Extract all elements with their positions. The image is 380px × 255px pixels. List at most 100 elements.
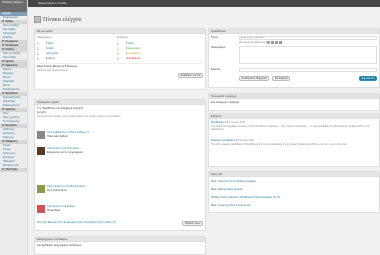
menu-item-label: Εισαγωγή: [3, 132, 15, 135]
menu-item-label: Προσθήκη: [3, 100, 16, 103]
menu-icon: [2, 40, 5, 43]
news-item: WordPress 3.2 4 Ιουλίου 2011: [211, 121, 246, 124]
media-icon[interactable]: [279, 41, 282, 45]
stat-row[interactable]: 0 Ανεπιθύμητα: [117, 56, 141, 61]
menu-item-label: Εγκατεστημένα: [3, 96, 21, 99]
menu-item-label: Μενού: [3, 76, 11, 79]
comment-intro[interactable]: Ο κ. WordPress στο Καλημέρα κόσμε! #: [37, 107, 83, 110]
menu-item-label: Επεξεργαστής: [3, 88, 20, 91]
menu-item[interactable]: Σύμπτυξη: [0, 168, 27, 172]
page-header: Πίνακα ελέγχου: [34, 15, 82, 24]
content-label: Περιεχόμενο: [211, 46, 226, 49]
content-textarea[interactable]: [239, 46, 377, 64]
comment-link[interactable]: Από επισκέπτη στο Μια ερώτηση...: [47, 185, 87, 188]
recent-drafts-text: Δεν υπάρχουν πρόχειρα: [211, 101, 239, 104]
menu-item-label: Θέματα: [3, 68, 12, 71]
comment-body: Ευχαριστώ για τις πληροφορίες: [47, 151, 84, 154]
menu-item-label: Ενημερώσεις: [3, 16, 19, 19]
menu-icon: [2, 20, 5, 23]
update-button[interactable]: Αναβάθμιση σε 3.2: [177, 73, 203, 78]
theme-line: Θέμα Twenty Eleven με 6 Μικροεφ.: [37, 65, 78, 68]
view-all-button[interactable]: Προβολή όλων: [182, 221, 203, 226]
menu-item-label: Εργαλεία: [5, 124, 17, 127]
publish-button[interactable]: Δημοσίευση: [359, 76, 377, 81]
menu-item-label: Το προφίλ σας: [3, 120, 20, 123]
menu-header[interactable]: Πίνακας ελέγχου: [0, 0, 27, 12]
other-news-link[interactable]: Matt: Overcome Over Sharing Updates: [211, 180, 256, 183]
menu-item-label: Χρήστες: [5, 108, 16, 111]
comment-link[interactable]: Από Αυθαίρετος στο Πώς αυξάνω τις...: [47, 131, 91, 134]
menu-icon: [2, 44, 5, 47]
menu-item-label: Σύμπτυξη: [5, 168, 18, 171]
menu-item-label: Ρυθμίσεις: [5, 140, 18, 143]
page-title: Πίνακα ελέγχου: [43, 16, 82, 23]
menu-item-label: Γραφή: [3, 148, 11, 151]
video-icon[interactable]: [271, 41, 274, 45]
other-news-link[interactable]: Matt: Making Ideas Happen: [211, 188, 243, 191]
comment-link[interactable]: Από Χρήστη στο Πώς κάνω...: [47, 147, 81, 150]
menu-item-label: Κεφαλίδα: [3, 80, 14, 83]
site-title[interactable]: Δίαμ ένσμα ό τσιτεΐς: [38, 1, 66, 5]
avatar: [37, 131, 45, 139]
menu-icon: [2, 48, 5, 51]
menu-item-label: Ανάγνωση: [3, 152, 16, 155]
news-headline[interactable]: WordPress 3.2: [211, 121, 228, 124]
menu-item-label: Εξαγωγή: [3, 136, 14, 139]
menu-item-label: Άρθρα: [5, 20, 14, 23]
menu-icon: [2, 140, 5, 143]
menu-item-label: Πρόσθετα: [5, 92, 18, 95]
stat-row[interactable]: 0 Ετικέτες: [37, 56, 117, 61]
title-label: Τίτλος: [211, 36, 219, 39]
tags-input[interactable]: [239, 67, 377, 72]
menu-item-label: Νέος χρήστης: [3, 116, 20, 119]
menu-item-label: Συζήτηση: [3, 156, 15, 159]
comment-body: Τέλειο θέμα: [47, 209, 61, 212]
menu-item-label: Σχόλια: [5, 60, 14, 63]
media-icons: [267, 41, 282, 45]
menu-item-label: Φόντο: [3, 84, 11, 87]
audio-icon[interactable]: [275, 41, 278, 45]
menu-item-label: Κατηγορίες: [3, 32, 16, 35]
image-icon[interactable]: [267, 41, 270, 45]
right-now-widget: Με μια ματιά Περιεχόμενο Συζήτηση 1 Άρθρο…: [34, 28, 206, 90]
incoming-links-text: Δεν βρέθηκαν εισερχόμενοι σύνδεσμοι.: [37, 244, 82, 247]
comment-link[interactable]: Από Χρήστη στο Δοκιμή...: [47, 205, 77, 208]
avatar: [37, 205, 45, 213]
news-date: 4 Ιουλίου 2011: [228, 121, 246, 124]
save-draft-button[interactable]: Αποθήκευση Πρόχειρου: [239, 76, 270, 81]
menu-item-label: Νέο άρθρο: [3, 28, 16, 31]
menu-item-label: Αρχική: [2, 12, 11, 15]
menu-item-label: Μόνιμοι σύνδ.: [3, 164, 20, 167]
menu-item-label: Διαθέσιμα: [3, 128, 15, 131]
admin-menu: Πίνακας ελέγχου Αρχική Ενημερώσεις Άρθρα Όλ…: [0, 0, 28, 255]
comment-body: Πολύ καλό άρθρο!: [47, 135, 68, 138]
avatar: [37, 147, 45, 155]
other-news-link[interactable]: Weblog Tools Collection: WordPress Plugi…: [211, 196, 280, 199]
menu-item-label: Πολυμέσα: [5, 40, 18, 43]
menu-icon: [2, 64, 5, 67]
comment-filter[interactable]: Όλα (6) | Εκκρεμή (0) | Εγκεκριμένα (6) …: [37, 221, 116, 224]
akismet-line: Akismet έχει προστατεύσει...: [37, 69, 70, 72]
menu-icon: [2, 92, 5, 95]
news-headline[interactable]: Release Candidate 2: [211, 139, 235, 142]
comment-body: Πώς γίνεται αυτό;: [47, 189, 68, 192]
news-item: Release Candidate 2 29 Ιουνίου 2011: [211, 139, 254, 142]
menu-item-label: Γενικά: [3, 144, 11, 147]
menu-icon: [2, 124, 5, 127]
menu-icon: [2, 60, 5, 63]
menu-item-label: Εμφάνιση: [5, 64, 18, 67]
admin-bar: Δίαμ ένσμα ό τσιτεΐς: [0, 0, 380, 7]
menu-item-label: Μικροεφ.: [3, 72, 14, 75]
dashboard-icon: [34, 16, 41, 23]
menu-items: Αρχική Ενημερώσεις Άρθρα Όλα τα άρθρα Νέο άρ…: [0, 12, 27, 172]
menu-icon: [2, 108, 5, 111]
other-news-link[interactable]: Matt: Upcoming Tech Conferences: [211, 204, 251, 207]
media-label: Μεταφόρτωση/Εισαγωγή: [239, 41, 268, 44]
other-news-widget: Άλλα νέα Matt: Overcome Over Sharing Upd…: [208, 171, 380, 213]
menu-item-label: Όλα τα άρθρα: [3, 24, 20, 27]
quickpress-widget: QuickPress Τίτλος Μεταφόρτωση/Εισαγωγή Π…: [208, 28, 380, 88]
reset-button[interactable]: Επαναφορά: [272, 76, 291, 81]
title-input[interactable]: [239, 35, 377, 40]
menu-item-label: Νέα σελίδα: [3, 56, 16, 59]
menu-item-label: Ετικέτες: [3, 36, 13, 39]
